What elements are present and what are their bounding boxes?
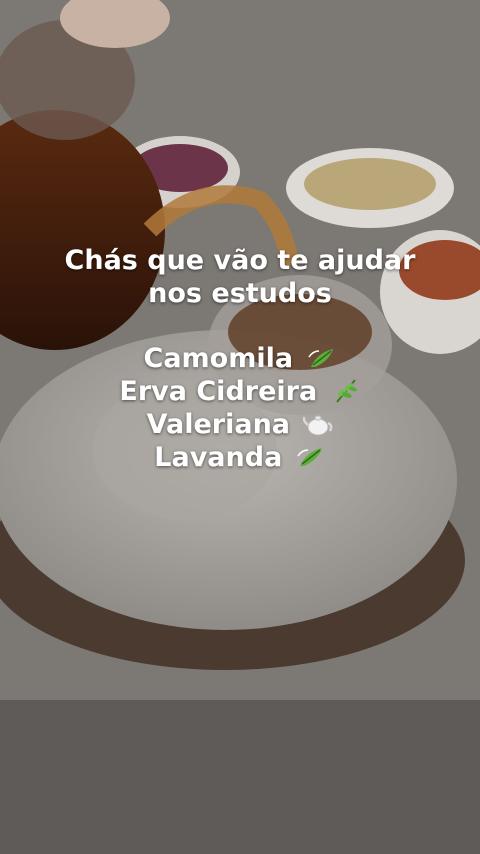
headline-line-1: Chás que vão te ajudar bbox=[64, 245, 416, 276]
teapot-icon bbox=[303, 415, 333, 436]
list-item-valeriana: Valeriana bbox=[0, 408, 480, 441]
tea-label: Erva Cidreira bbox=[119, 376, 318, 407]
tea-photo-scene: Chás que vão te ajudar nos estudos Camom… bbox=[0, 0, 480, 854]
tea-list: Camomila Erva Cidreira Valeriana Lavanda bbox=[0, 342, 480, 474]
list-item-erva-cidreira: Erva Cidreira bbox=[0, 375, 480, 408]
headline-line-2: nos estudos bbox=[148, 278, 332, 309]
tea-label: Camomila bbox=[143, 343, 294, 374]
leaf-fluttering-icon bbox=[297, 448, 322, 466]
list-item-camomila: Camomila bbox=[0, 342, 480, 375]
list-item-lavanda: Lavanda bbox=[0, 441, 480, 474]
leaf-fluttering-icon bbox=[307, 349, 333, 367]
headline: Chás que vão te ajudar nos estudos bbox=[0, 244, 480, 310]
tea-label: Lavanda bbox=[154, 442, 283, 473]
caption-overlay: Chás que vão te ajudar nos estudos Camom… bbox=[0, 244, 480, 474]
tea-label: Valeriana bbox=[146, 409, 291, 440]
herb-icon bbox=[335, 379, 357, 403]
